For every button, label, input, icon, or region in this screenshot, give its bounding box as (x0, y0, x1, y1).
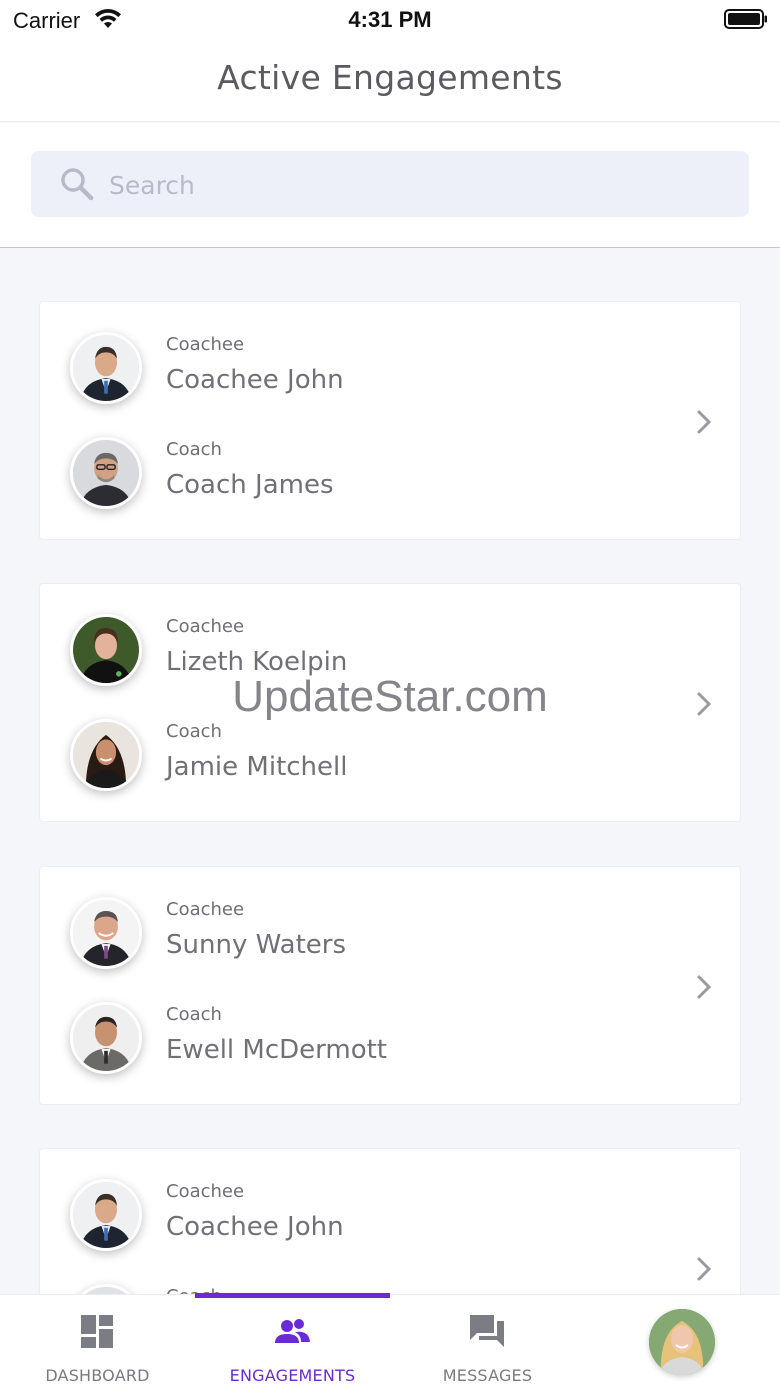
coach-avatar (70, 437, 142, 509)
coach-name: Jamie Mitchell (166, 752, 348, 782)
coachee-role-label: Coachee (166, 899, 245, 920)
engagement-card[interactable]: Coachee Sunny Waters Coach Ewell McDermo… (39, 866, 741, 1105)
status-bar: Carrier 4:31 PM (0, 0, 780, 40)
coach-role-label: Coach (166, 1004, 222, 1025)
tab-messages[interactable]: MESSAGES (390, 1295, 585, 1387)
search-icon (61, 168, 94, 201)
tab-engagements[interactable]: ENGAGEMENTS (195, 1295, 390, 1387)
coachee-role-label: Coachee (166, 334, 245, 355)
engagement-card[interactable]: Coachee Lizeth Koelpin Coach Jamie Mitch… (39, 583, 741, 822)
coachee-avatar (70, 332, 142, 404)
coachee-role-label: Coachee (166, 616, 245, 637)
search-area: Search (0, 123, 780, 248)
coachee-name: Sunny Waters (166, 930, 346, 960)
coach-role-label: Coach (166, 721, 222, 742)
coach-avatar (70, 719, 142, 791)
clock: 4:31 PM (348, 7, 432, 32)
tab-label: MESSAGES (442, 1366, 533, 1385)
tab-label: ENGAGEMENTS (229, 1366, 356, 1385)
coachee-avatar (70, 897, 142, 969)
coach-avatar (70, 1002, 142, 1074)
coachee-avatar (70, 1179, 142, 1251)
coachee-name: Lizeth Koelpin (166, 647, 348, 677)
tab-profile[interactable] (585, 1295, 780, 1387)
coach-role-label: Coach (166, 439, 222, 460)
chevron-right-icon (697, 1257, 712, 1281)
coachee-avatar (70, 614, 142, 686)
tab-dashboard[interactable]: DASHBOARD (0, 1295, 195, 1387)
chevron-right-icon (697, 692, 712, 716)
search-input[interactable]: Search (31, 151, 749, 217)
coachee-name: Coachee John (166, 1212, 344, 1242)
coachee-name: Coachee John (166, 365, 344, 395)
search-placeholder: Search (109, 171, 195, 200)
coachee-role-label: Coachee (166, 1181, 245, 1202)
coach-name: Coach James (166, 470, 334, 500)
engagement-card[interactable]: Coachee Coachee John Coach Coach James (39, 301, 741, 540)
chat-icon (470, 1315, 504, 1347)
tab-label: DASHBOARD (45, 1366, 150, 1385)
chevron-right-icon (697, 410, 712, 434)
navigation-bar: Active Engagements (0, 40, 780, 122)
page-title: Active Engagements (217, 58, 563, 97)
profile-avatar (649, 1309, 715, 1375)
dashboard-icon (81, 1315, 113, 1348)
tab-bar: DASHBOARD ENGAGEMENTS MESSAGES (0, 1293, 780, 1387)
chevron-right-icon (697, 975, 712, 999)
battery-icon (724, 9, 767, 29)
coach-name: Ewell McDermott (166, 1035, 387, 1065)
people-icon (275, 1319, 310, 1343)
